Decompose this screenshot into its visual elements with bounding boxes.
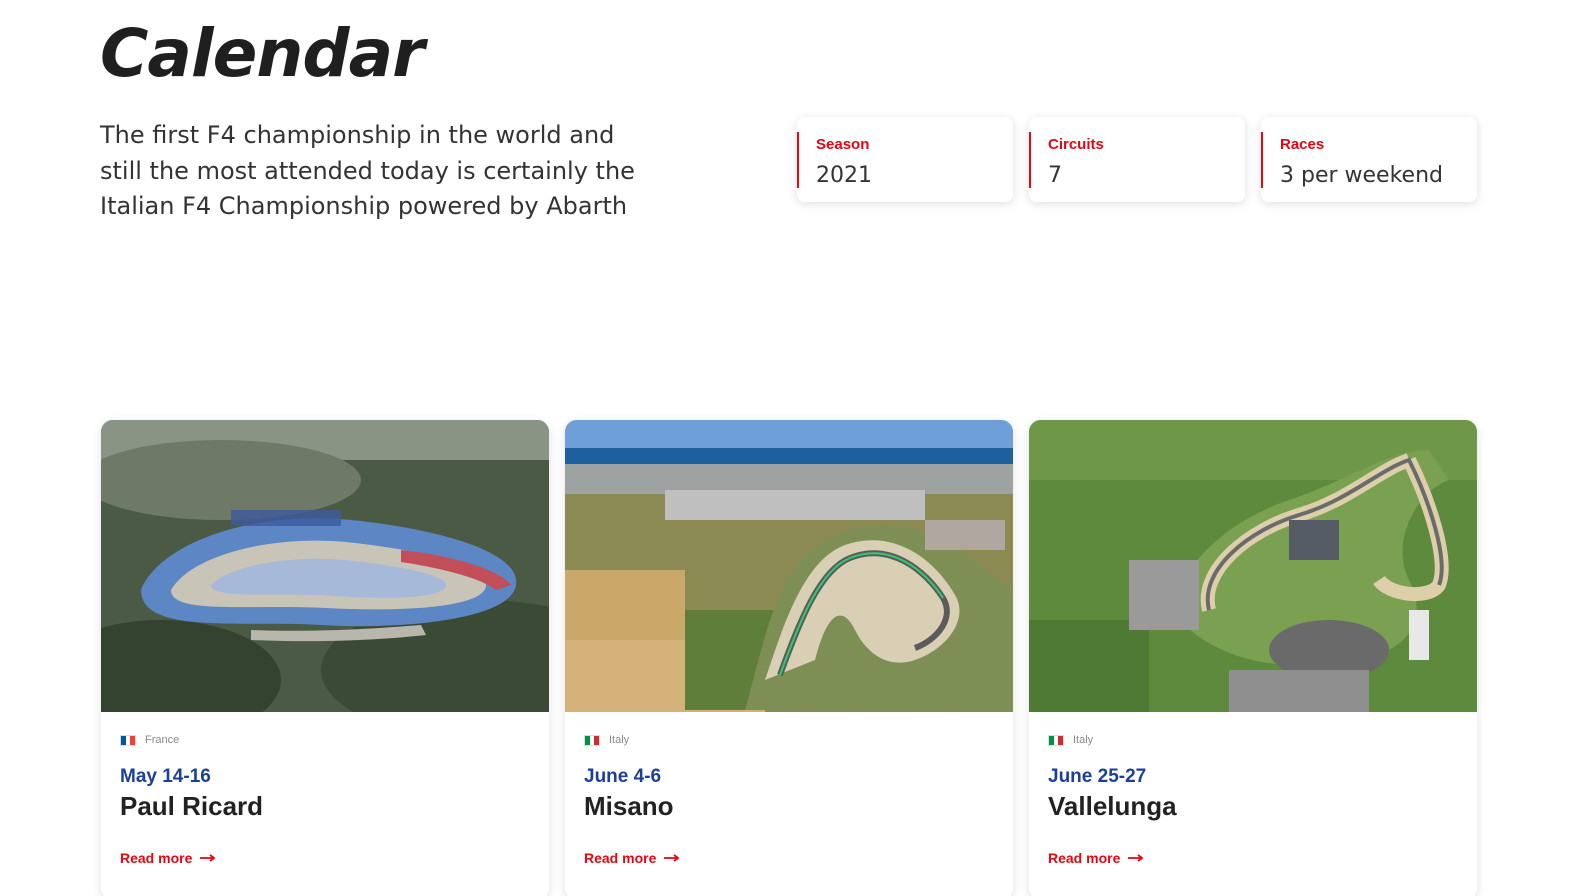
circuit-photo [1029,420,1477,712]
stat-value: 7 [1048,163,1062,188]
read-more-link[interactable]: Read more [584,850,680,866]
stat-season: Season 2021 [797,117,1013,202]
card-body: France May 14-16 Paul Ricard Read more [101,712,549,866]
event-date: June 4-6 [584,766,662,787]
country-row: Italy [584,732,1013,748]
read-more-label: Read more [1048,850,1121,866]
circuit-name: Vallelunga [1048,791,1177,821]
event-cards: France May 14-16 Paul Ricard Read more I… [101,420,1477,896]
stat-races: Races 3 per weekend [1261,117,1477,202]
event-date: May 14-16 [120,766,211,787]
read-more-link[interactable]: Read more [120,850,216,866]
page-title: Calendar [100,15,425,92]
country-name: Italy [609,734,630,746]
stat-label: Circuits [1048,136,1104,153]
circuit-photo [565,420,1013,712]
stat-label: Races [1280,136,1325,153]
circuit-photo [101,420,549,712]
card-body: Italy June 4-6 Misano Read more [565,712,1013,866]
read-more-link[interactable]: Read more [1048,850,1144,866]
read-more-label: Read more [120,850,193,866]
stat-value: 3 per weekend [1280,163,1443,188]
stats-row: Season 2021 Circuits 7 Races 3 per weeke… [797,117,1477,202]
italy-flag-icon [584,734,600,746]
event-card-paul-ricard[interactable]: France May 14-16 Paul Ricard Read more [101,420,549,896]
read-more-label: Read more [584,850,657,866]
circuit-name: Paul Ricard [120,791,264,821]
stat-label: Season [816,136,870,153]
country-row: France [120,732,549,748]
arrow-right-icon [664,854,680,862]
event-card-vallelunga[interactable]: Italy June 25-27 Vallelunga Read more [1029,420,1477,896]
country-name: France [145,734,180,746]
stat-circuits: Circuits 7 [1029,117,1245,202]
italy-flag-icon [1048,734,1064,746]
country-row: Italy [1048,732,1477,748]
arrow-right-icon [200,854,216,862]
card-body: Italy June 25-27 Vallelunga Read more [1029,712,1477,866]
circuit-name: Misano [584,791,674,821]
france-flag-icon [120,734,136,746]
arrow-right-icon [1128,854,1144,862]
event-date: June 25-27 [1048,766,1147,787]
intro-text: The first F4 championship in the world a… [100,121,635,220]
country-name: Italy [1073,734,1094,746]
event-card-misano[interactable]: Italy June 4-6 Misano Read more [565,420,1013,896]
stat-value: 2021 [816,163,872,188]
